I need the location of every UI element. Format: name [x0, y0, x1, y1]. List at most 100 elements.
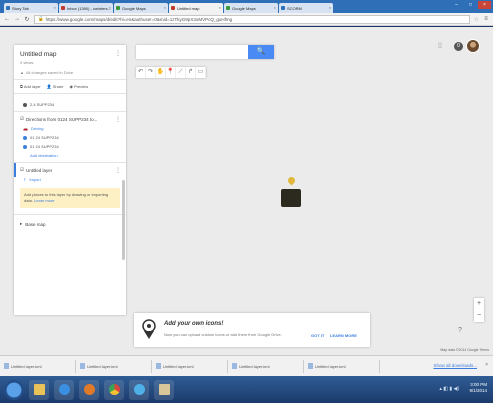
pegman-icon[interactable]: ?: [458, 327, 462, 334]
minimize-icon[interactable]: –: [450, 1, 463, 9]
learn-more-button[interactable]: LEARN MORE: [330, 333, 357, 338]
panel-scrollbar[interactable]: [122, 180, 125, 260]
files-icon: [158, 384, 170, 395]
base-map-toggle[interactable]: ▸ Base map: [14, 214, 126, 233]
tab-close-icon[interactable]: ×: [164, 5, 166, 10]
layer-options-icon[interactable]: ⋮: [115, 116, 121, 123]
download-filename: Untitled layer.kml: [87, 363, 118, 369]
search-input[interactable]: [136, 45, 248, 59]
got-it-button[interactable]: GOT IT: [311, 333, 324, 338]
checkbox-icon[interactable]: ☑: [20, 116, 24, 122]
tab-close-icon[interactable]: ×: [54, 5, 56, 10]
back-arrow-icon[interactable]: ←: [4, 16, 10, 22]
redo-icon[interactable]: ↷: [146, 67, 156, 78]
show-all-downloads-link[interactable]: Show all downloads...: [433, 363, 477, 368]
travel-mode-label: Driving: [30, 126, 44, 131]
map-attribution[interactable]: Map data ©2014 Google Terms: [440, 348, 489, 352]
browser-tab[interactable]: Story Tab ×: [4, 3, 58, 13]
system-tray-icons[interactable]: ▴ ◧ ▮ ◀): [439, 386, 459, 392]
more-options-icon[interactable]: ⋮: [115, 50, 121, 57]
directions-tool-icon[interactable]: ↱: [186, 67, 196, 78]
download-item[interactable]: Untitled layer.kml: [308, 359, 380, 373]
route-item[interactable]: 2,4 SUPP234: [20, 102, 120, 107]
download-item[interactable]: Untitled layer.kml: [232, 359, 304, 373]
avatar[interactable]: [466, 39, 480, 53]
pin-head: [286, 175, 297, 186]
map-pin-icon[interactable]: [286, 175, 297, 189]
windows-taskbar: ▴ ◧ ▮ ◀) 3:00 PM 9/1/2014: [0, 376, 493, 403]
browser-tab[interactable]: SCORM ×: [279, 3, 333, 13]
untitled-layer[interactable]: ☑ Untitled layer ⋮ ⇪ Import Add places to …: [14, 163, 126, 214]
browser-tab[interactable]: Inbox (1390) - cwinters... ×: [59, 3, 113, 13]
add-destination-link[interactable]: Add destination: [20, 153, 120, 158]
travel-mode[interactable]: 🚗 Driving: [20, 126, 120, 131]
taskbar-ie[interactable]: [54, 379, 74, 400]
tab-close-icon[interactable]: ×: [329, 5, 331, 10]
directions-layer[interactable]: ☑ Directions from 0124 SUPP234 to... ⋮ 🚗 D…: [14, 112, 126, 163]
tab-label: Untitled map: [177, 5, 200, 11]
search-box: 🔍: [136, 45, 274, 59]
taskbar-app[interactable]: [129, 379, 149, 400]
close-shelf-icon[interactable]: ×: [485, 362, 488, 368]
share-button[interactable]: 👤 Share: [47, 84, 64, 89]
tip-text: Now you can upload custom icons or add t…: [164, 332, 282, 337]
line-tool-icon[interactable]: ⟋: [176, 67, 186, 78]
zoom-in-button[interactable]: +: [474, 298, 484, 310]
panel-header: Untitled map 0 views ▲ All changes saved …: [14, 45, 126, 80]
save-status: ▲ All changes saved in Drive: [20, 70, 120, 75]
zoom-out-button[interactable]: −: [474, 310, 484, 322]
hand-icon[interactable]: ✋: [156, 67, 166, 78]
address-bar[interactable]: 🔒 https://www.google.com/maps/d/edit?hl=…: [34, 14, 470, 24]
route-layer[interactable]: 2,4 SUPP234: [14, 94, 126, 112]
directions-title[interactable]: ☑ Directions from 0124 SUPP234 to...: [20, 116, 120, 122]
route-stop[interactable]: 01 24 SUPP234: [20, 135, 120, 140]
expand-arrow-icon: ▸: [20, 221, 23, 226]
undo-icon[interactable]: ↶: [136, 67, 146, 78]
taskbar-files[interactable]: [154, 379, 174, 400]
tab-close-icon[interactable]: ×: [274, 5, 276, 10]
clock[interactable]: 3:00 PM 9/1/2014: [469, 382, 487, 394]
browser-tab[interactable]: Google Maps ×: [114, 3, 168, 13]
tab-close-icon[interactable]: ×: [109, 5, 111, 10]
map-title[interactable]: Untitled map: [20, 51, 120, 58]
stop-label: 01 24 SUPP234: [30, 135, 59, 140]
download-item[interactable]: Untitled layer.kml: [4, 359, 76, 373]
map-layers-panel: Untitled map 0 views ▲ All changes saved …: [14, 45, 126, 315]
panel-actions: ⧉ Add layer 👤 Share ◉ Preview: [14, 80, 126, 94]
close-window-icon[interactable]: ×: [478, 1, 491, 9]
tab-label: Story Tab: [12, 5, 29, 11]
bookmark-star-icon[interactable]: ☆: [474, 16, 479, 23]
forward-arrow-icon[interactable]: →: [14, 16, 20, 22]
reload-icon[interactable]: ↻: [24, 16, 30, 23]
tab-close-icon[interactable]: ×: [219, 5, 221, 10]
preview-button[interactable]: ◉ Preview: [69, 84, 88, 89]
checkbox-icon[interactable]: ☑: [20, 167, 24, 173]
taskbar-chrome[interactable]: [104, 379, 124, 400]
start-button[interactable]: [4, 379, 24, 400]
marker-tool-icon[interactable]: 📍: [166, 67, 176, 78]
search-button[interactable]: 🔍: [248, 45, 274, 59]
map-views: 0 views: [20, 60, 34, 65]
ie-icon: [58, 384, 70, 395]
ruler-icon[interactable]: ▭: [196, 67, 206, 78]
stop-b-icon: [23, 144, 27, 149]
browser-tab[interactable]: Google Maps ×: [224, 3, 278, 13]
download-item[interactable]: Untitled layer.kml: [80, 359, 152, 373]
browser-tab-active[interactable]: Untitled map ×: [169, 3, 223, 13]
preview-label: Preview: [73, 84, 89, 89]
taskbar-media[interactable]: [79, 379, 99, 400]
download-item[interactable]: Untitled layer.kml: [156, 359, 228, 373]
notifications-badge[interactable]: 0: [454, 42, 463, 51]
map-canvas[interactable]: Untitled map 0 views ▲ All changes saved …: [0, 27, 493, 355]
apps-grid-icon[interactable]: ⁞⁞: [438, 43, 442, 50]
layer-options-icon[interactable]: ⋮: [115, 167, 121, 174]
menu-icon[interactable]: ≡: [483, 16, 489, 22]
route-stop[interactable]: 01 24 SUPP234: [20, 144, 120, 149]
place-marker[interactable]: [281, 189, 301, 207]
layer-title[interactable]: ☑ Untitled layer: [20, 167, 120, 173]
learn-more-link[interactable]: Learn more: [34, 198, 54, 203]
taskbar-explorer[interactable]: [29, 379, 49, 400]
add-layer-button[interactable]: ⧉ Add layer: [20, 84, 41, 89]
import-link[interactable]: ⇪ Import: [20, 177, 120, 182]
maximize-icon[interactable]: □: [464, 1, 477, 9]
